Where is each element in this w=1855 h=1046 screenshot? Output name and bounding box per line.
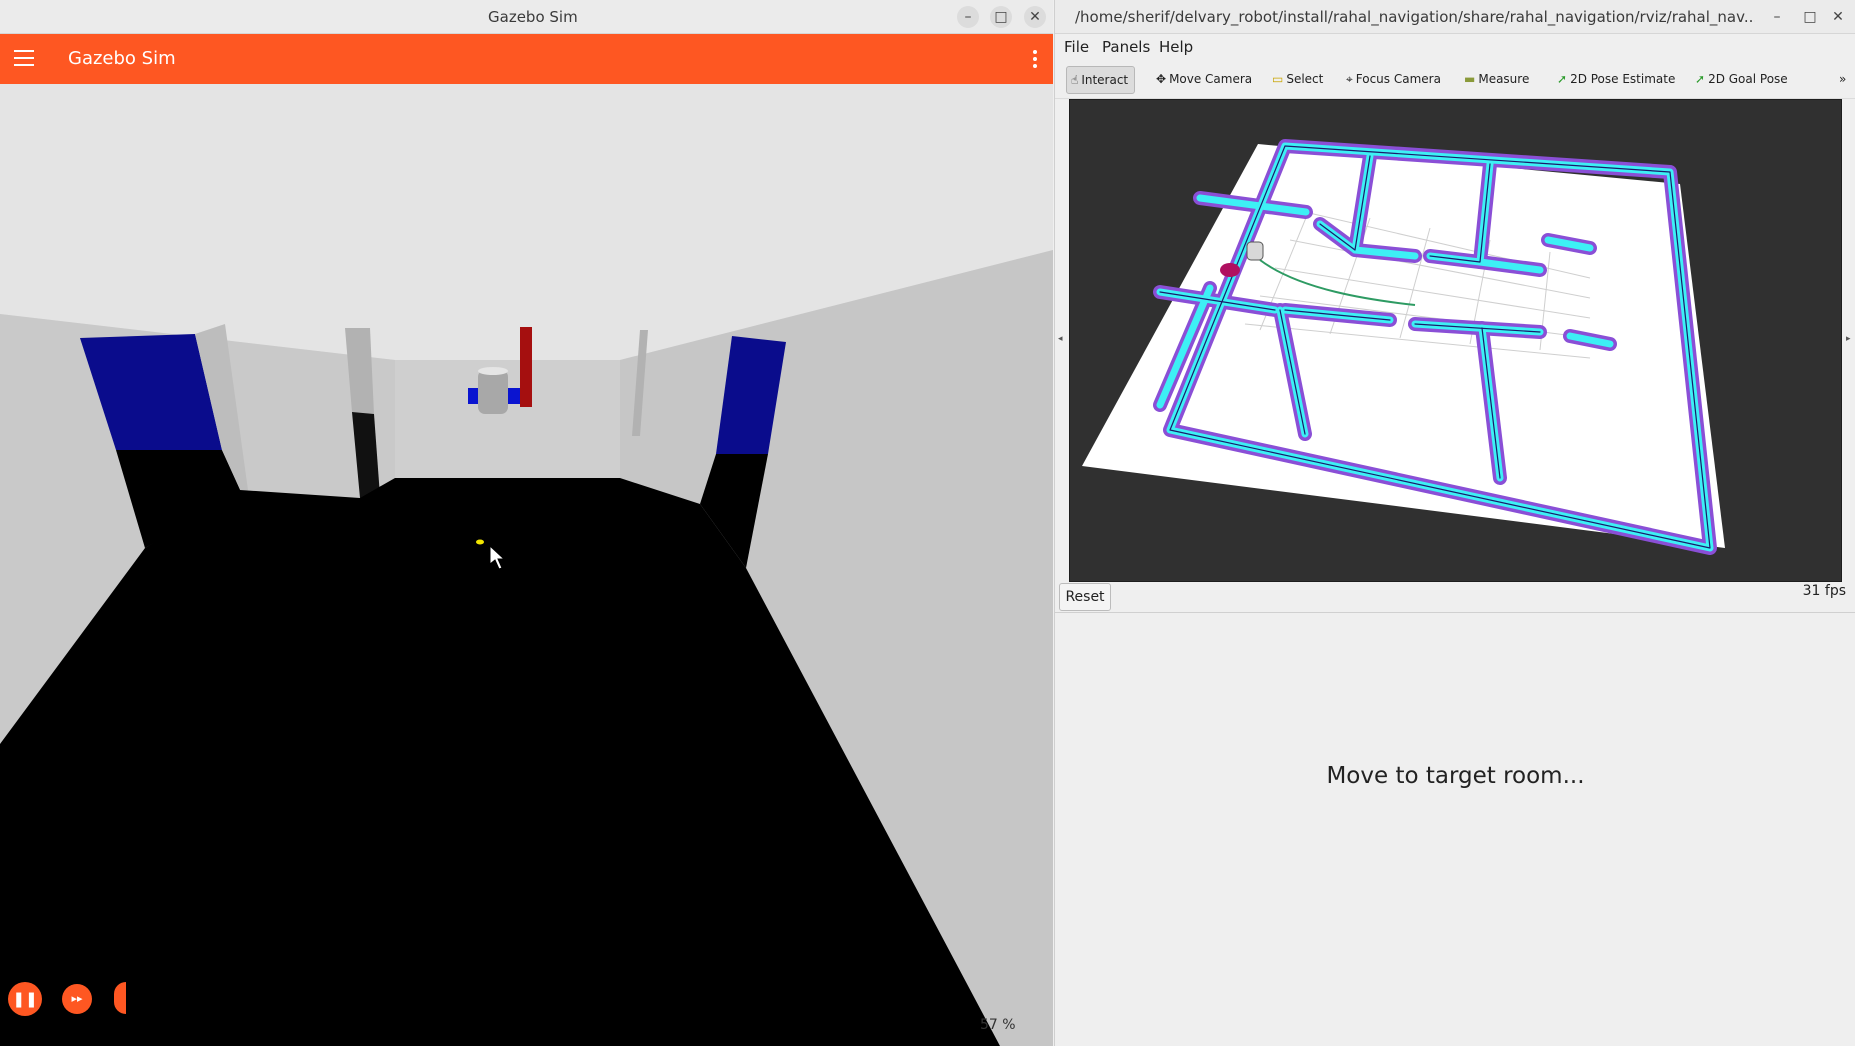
ruler-icon: ▬ — [1464, 72, 1476, 86]
close-button[interactable]: ✕ — [1024, 6, 1046, 28]
tool-label: Interact — [1081, 73, 1129, 87]
robot-footprint — [1220, 263, 1240, 277]
rviz-window: /home/sherif/delvary_robot/install/rahal… — [1054, 0, 1855, 1046]
rviz-titlebar[interactable]: /home/sherif/delvary_robot/install/rahal… — [1055, 0, 1855, 34]
tool-label: Focus Camera — [1355, 72, 1441, 86]
tool-bar: ☝ Interact ✥ Move Camera ▭ Select ⌖ Focus Ca… — [1055, 60, 1855, 99]
panel-divider[interactable] — [1055, 612, 1855, 613]
goal-arrow-icon: ➚ — [1695, 72, 1706, 86]
hand-icon: ☝ — [1071, 73, 1079, 87]
fps-counter: 31 fps — [1802, 583, 1846, 599]
gazebo-window-title: Gazebo Sim — [488, 8, 578, 26]
menu-help[interactable]: Help — [1159, 38, 1193, 56]
maximize-button[interactable]: □ — [1799, 6, 1821, 28]
rviz-window-title: /home/sherif/delvary_robot/install/rahal… — [1075, 8, 1755, 26]
select-icon: ▭ — [1272, 72, 1284, 86]
menu-bar: File Panels Help — [1055, 34, 1855, 60]
kebab-menu-icon[interactable] — [1033, 50, 1037, 71]
hamburger-menu-icon[interactable] — [14, 50, 34, 71]
tool-2d-goal-pose[interactable]: ➚ 2D Goal Pose — [1691, 66, 1794, 92]
reset-button[interactable]: Reset — [1059, 583, 1111, 611]
right-dock-arrow-icon[interactable]: ▸ — [1846, 334, 1851, 344]
robot-marker — [1246, 241, 1264, 261]
tool-2d-pose-estimate[interactable]: ➚ 2D Pose Estimate — [1553, 66, 1681, 92]
red-pole — [520, 327, 532, 407]
menu-panels[interactable]: Panels — [1102, 38, 1150, 56]
maximize-button[interactable]: □ — [990, 6, 1012, 28]
menu-file[interactable]: File — [1064, 38, 1089, 56]
tool-label: Select — [1286, 72, 1324, 86]
pause-button[interactable]: ❚❚ — [8, 982, 42, 1016]
minimize-button[interactable]: – — [1766, 6, 1788, 28]
gazebo-3d-scene[interactable] — [0, 84, 1053, 1046]
move-icon: ✥ — [1156, 72, 1167, 86]
tool-move-camera[interactable]: ✥ Move Camera — [1152, 66, 1258, 92]
real-time-factor: 57 % — [980, 1017, 1016, 1033]
tool-focus-camera[interactable]: ⌖ Focus Camera — [1342, 66, 1447, 92]
robot-model — [478, 370, 508, 414]
close-button[interactable]: ✕ — [1827, 6, 1849, 28]
gazebo-header-title: Gazebo Sim — [68, 48, 176, 69]
play-control-partial[interactable] — [114, 982, 126, 1014]
step-button[interactable]: ▸▸ — [62, 984, 92, 1014]
tool-label: Move Camera — [1169, 72, 1253, 86]
gazebo-header: Gazebo Sim — [0, 34, 1053, 84]
pose-arrow-icon: ➚ — [1557, 72, 1568, 86]
tool-label: 2D Goal Pose — [1708, 72, 1788, 86]
yellow-marker — [476, 539, 484, 545]
gazebo-titlebar[interactable]: Gazebo Sim – □ ✕ — [0, 0, 1053, 34]
left-dock-arrow-icon[interactable]: ◂ — [1058, 334, 1063, 344]
status-message: Move to target room... — [1326, 763, 1585, 789]
toolbar-overflow-icon[interactable]: » — [1835, 66, 1852, 92]
tool-measure[interactable]: ▬ Measure — [1460, 66, 1535, 92]
rviz-3d-viewport[interactable] — [1069, 99, 1842, 582]
tool-interact[interactable]: ☝ Interact — [1066, 66, 1136, 94]
tool-select[interactable]: ▭ Select — [1268, 66, 1329, 92]
minimize-button[interactable]: – — [957, 6, 979, 28]
focus-icon: ⌖ — [1346, 72, 1353, 86]
tool-label: 2D Pose Estimate — [1570, 72, 1676, 86]
gazebo-window: Gazebo Sim – □ ✕ Gazebo Sim ❚❚ ▸▸ 57 % — [0, 0, 1053, 1046]
tool-label: Measure — [1478, 72, 1530, 86]
